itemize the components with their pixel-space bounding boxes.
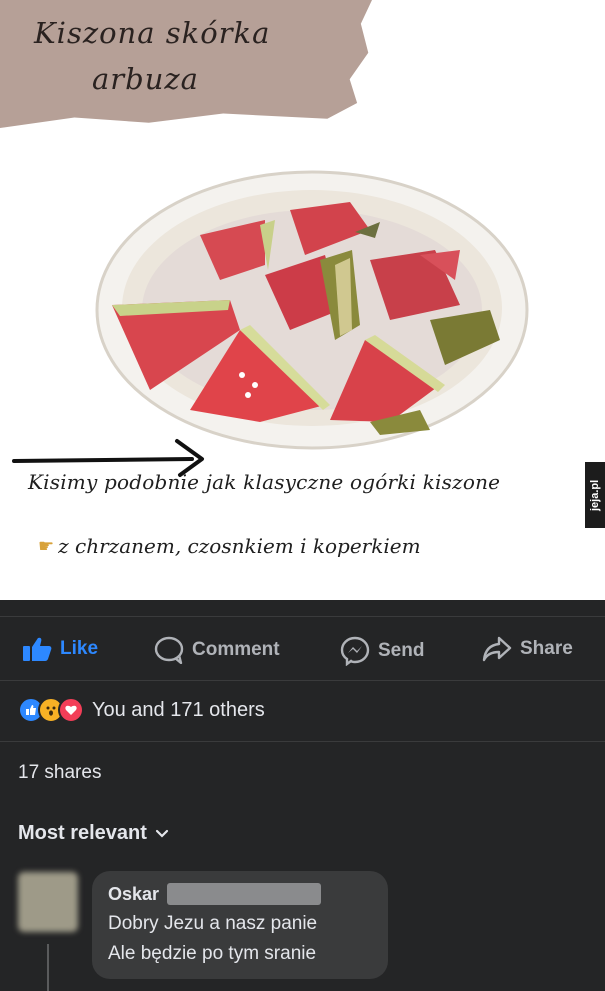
comment-label: Comment [192,639,280,660]
divider [0,616,605,617]
like-label: Like [60,638,99,659]
caption-line-2: z chrzanem, czosnkiem i koperkiem [58,534,421,558]
watermark: jeja.pl [585,462,605,528]
watermelon-bowl-illustration [95,170,529,450]
comment-text-line-2: Ale będzie po tym sranie [108,943,317,964]
thread-line [47,944,49,991]
post-title-line-1: Kiszona skórka [34,16,271,50]
post-action-bar: Like Comment Send Share [0,618,605,678]
commenter-avatar[interactable] [18,872,78,932]
caption-line-2-row: ☛ z chrzanem, czosnkiem i koperkiem [38,534,421,558]
caption-line-1: Kisimy podobnie jak klasyczne ogórki kis… [28,470,501,494]
thumbs-up-icon [23,637,52,661]
divider [0,741,605,742]
comment-author-row: Oskar [108,883,322,905]
redacted-name-block [167,883,322,905]
comment-author-name[interactable]: Oskar [108,884,159,905]
comment-button[interactable]: Comment [154,636,280,664]
shares-count[interactable]: 17 shares [18,762,101,784]
share-arrow-icon [482,636,512,662]
post-title-line-2: arbuza [92,62,199,96]
share-button[interactable]: Share [482,636,573,662]
like-button[interactable]: Like [22,636,98,662]
comment-sort-dropdown[interactable]: Most relevant [18,822,169,845]
reactions-count-text: You and 171 others [92,698,265,721]
comment-bubble-icon [154,636,184,664]
comment-text-line-1: Dobry Jezu a nasz panie [108,913,318,934]
send-button[interactable]: Send [340,636,424,666]
send-label: Send [378,640,425,661]
chevron-down-icon [155,829,169,838]
reactions-summary[interactable]: You and 171 others [18,697,265,723]
comment-bubble[interactable]: Oskar Dobry Jezu a nasz panie Ale będzie… [92,871,388,979]
heart-reaction-icon [58,697,84,723]
divider [0,680,605,681]
messenger-icon [340,636,370,666]
sort-label: Most relevant [18,822,147,844]
post-image[interactable]: Kiszona skórka arbuza Kisimy podobnie ja… [0,0,605,600]
share-label: Share [520,638,573,659]
pointing-hand-icon: ☛ [38,535,55,557]
